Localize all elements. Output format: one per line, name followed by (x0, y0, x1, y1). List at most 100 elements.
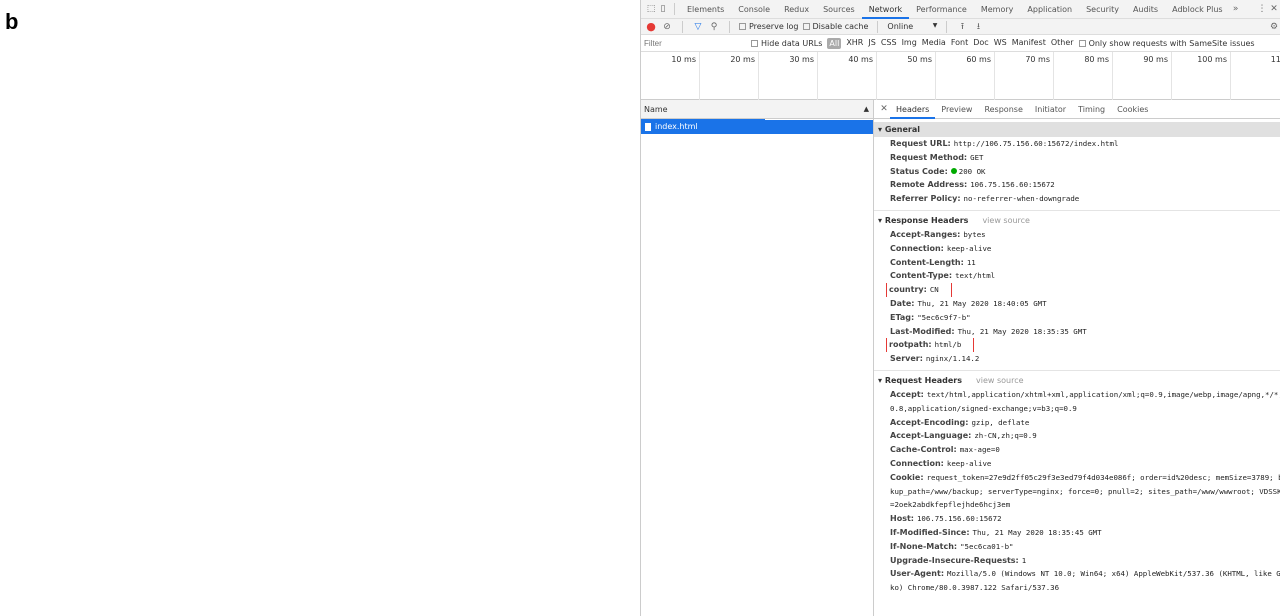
filter-type-xhr[interactable]: XHR (846, 38, 863, 49)
request-headers-section: Accept: text/html,application/xhtml+xml,a… (874, 388, 1280, 599)
header-name: Date: (890, 298, 915, 308)
settings-gear-icon[interactable]: ⚙ (1268, 22, 1280, 32)
detail-tab-cookies[interactable]: Cookies (1111, 100, 1154, 119)
view-source-link[interactable]: view source (976, 376, 1024, 385)
tab-network[interactable]: Network (861, 0, 910, 19)
timeline-tick-label: 80 ms (1054, 52, 1113, 100)
name-column-header[interactable]: Name ▲ (641, 100, 873, 119)
divider (877, 20, 879, 33)
timeline-tick-label: 70 ms (995, 52, 1054, 100)
header-name: Accept-Ranges: (890, 229, 961, 239)
header-row: Request URL: http://106.75.156.60:15672/i… (874, 137, 1280, 151)
header-value: keep-alive (946, 243, 992, 253)
throttle-value: Online (887, 22, 914, 31)
export-har-icon[interactable]: ⭳ (972, 19, 984, 35)
detail-tabs: ✕ Headers Preview Response Initiator Timing C… (874, 100, 1280, 119)
clear-icon[interactable]: ⊘ (661, 22, 673, 32)
timeline-tick-label: 50 ms (877, 52, 936, 100)
header-name: Content-Length: (890, 257, 964, 267)
close-details-icon[interactable]: ✕ (878, 104, 890, 114)
tab-performance[interactable]: Performance (909, 0, 974, 19)
header-row: Host: 106.75.156.60:15672 (874, 512, 1280, 526)
header-value: "5ec6c9f7-b" (917, 312, 971, 322)
header-name: Server: (890, 354, 923, 364)
tab-sources[interactable]: Sources (816, 0, 862, 19)
header-value: Thu, 21 May 2020 18:40:05 GMT (917, 298, 1047, 308)
device-toolbar-icon[interactable]: ▯ (657, 4, 669, 14)
close-icon[interactable]: ✕ (1268, 4, 1280, 14)
header-name: country: (889, 285, 927, 295)
hide-data-urls-checkbox[interactable]: Hide data URLs (751, 39, 822, 48)
header-row: Content-Length: 11 (874, 256, 1280, 270)
samesite-checkbox[interactable]: Only show requests with SameSite issues (1078, 39, 1255, 48)
preserve-log-label: Preserve log (749, 22, 799, 31)
header-row: Status Code: 200 OK (874, 165, 1280, 179)
search-icon[interactable]: ⚲ (708, 22, 720, 32)
timeline-overview[interactable]: 10 ms 20 ms 30 ms 40 ms 50 ms 60 ms 70 ms 80 ms… (641, 52, 1280, 123)
timeline-tick-label: 110 (1231, 52, 1280, 100)
header-row: Cookie: request_token=27e9d2ff05c29f3e3ed… (874, 471, 1280, 512)
filter-icon[interactable]: ▽ (692, 22, 704, 32)
detail-tab-timing[interactable]: Timing (1072, 100, 1111, 119)
filter-type-manifest[interactable]: Manifest (1012, 38, 1046, 49)
header-value: text/html,application/xhtml+xml,applicat… (890, 389, 1280, 413)
detail-tab-headers[interactable]: Headers (890, 100, 936, 119)
throttle-select[interactable]: Online ▼ (887, 22, 937, 31)
kebab-menu-icon[interactable]: ⋮ (1256, 4, 1268, 14)
detail-tab-preview[interactable]: Preview (935, 100, 978, 119)
filter-type-doc[interactable]: Doc (973, 38, 988, 49)
header-row: Content-Type: text/html (874, 269, 1280, 283)
filter-type-css[interactable]: CSS (881, 38, 897, 49)
response-headers-section-header[interactable]: ▾ Response Headers view source (874, 213, 1280, 228)
header-name: Accept: (890, 389, 924, 399)
general-section: Request URL: http://106.75.156.60:15672/i… (874, 137, 1280, 211)
header-name: Last-Modified: (890, 326, 955, 336)
import-har-icon[interactable]: ⭱ (956, 19, 968, 35)
timeline-tick-label: 40 ms (818, 52, 877, 100)
filter-type-img[interactable]: Img (902, 38, 917, 49)
tab-audits[interactable]: Audits (1126, 0, 1165, 19)
timeline-tick-label: 60 ms (936, 52, 995, 100)
tab-security[interactable]: Security (1079, 0, 1126, 19)
header-name: Upgrade-Insecure-Requests: (890, 555, 1019, 565)
inspect-element-icon[interactable]: ⬚ (645, 4, 657, 14)
filter-type-all[interactable]: All (827, 37, 842, 49)
filter-type-ws[interactable]: WS (994, 38, 1007, 49)
request-headers-title: Request Headers (884, 375, 962, 385)
request-row[interactable]: index.html (641, 120, 873, 134)
tab-elements[interactable]: Elements (680, 0, 731, 19)
status-ok-icon (950, 167, 957, 174)
request-name: index.html (655, 122, 698, 131)
filter-type-font[interactable]: Font (951, 38, 968, 49)
tab-memory[interactable]: Memory (974, 0, 1021, 19)
header-row: Accept-Ranges: bytes (874, 228, 1280, 242)
timeline-tick-label: 10 ms (641, 52, 700, 100)
disable-cache-checkbox[interactable]: Disable cache (802, 22, 868, 31)
tab-application[interactable]: Application (1020, 0, 1079, 19)
header-name: Request URL: (890, 139, 951, 148)
detail-tab-response[interactable]: Response (978, 100, 1028, 119)
timeline-tick-label: 30 ms (759, 52, 818, 100)
preserve-log-checkbox[interactable]: Preserve log (739, 22, 799, 31)
request-headers-section-header[interactable]: ▾ Request Headers view source (874, 373, 1280, 388)
header-value: GET (970, 152, 984, 162)
record-icon[interactable]: ● (645, 20, 657, 33)
header-value: http://106.75.156.60:15672/index.html (953, 139, 1119, 148)
response-headers-section: Accept-Ranges: bytes Connection: keep-alive… (874, 228, 1280, 371)
view-source-link[interactable]: view source (982, 216, 1030, 225)
filter-type-media[interactable]: Media (922, 38, 946, 49)
filter-input[interactable] (641, 36, 746, 50)
detail-tab-initiator[interactable]: Initiator (1029, 100, 1072, 119)
tab-redux[interactable]: Redux (777, 0, 816, 19)
header-row: Connection: keep-alive (874, 457, 1280, 471)
general-section-header[interactable]: ▾ General (874, 122, 1280, 137)
tab-console[interactable]: Console (731, 0, 777, 19)
tab-adblock-plus[interactable]: Adblock Plus (1165, 0, 1229, 19)
more-tabs-icon[interactable]: » (1230, 4, 1242, 14)
header-name: Request Method: (890, 152, 968, 162)
filter-type-other[interactable]: Other (1051, 38, 1074, 49)
filter-type-js[interactable]: JS (868, 38, 875, 49)
header-row: If-Modified-Since: Thu, 21 May 2020 18:35… (874, 526, 1280, 540)
header-row: User-Agent: Mozilla/5.0 (Windows NT 10.0;… (874, 567, 1280, 595)
highlighted-header: country: CN (886, 283, 952, 297)
